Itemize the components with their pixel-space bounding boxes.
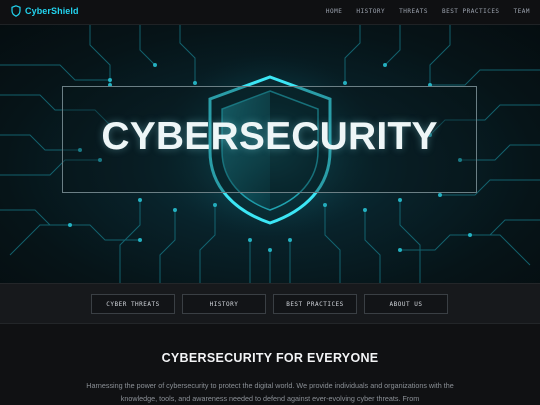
hero-banner: CYBERSECURITY [0, 25, 540, 283]
shield-icon [11, 5, 21, 17]
nav-link-best-practices[interactable]: BEST PRACTICES [442, 8, 500, 15]
nav-link-history[interactable]: HISTORY [356, 8, 385, 15]
cyber-threats-button[interactable]: CYBER THREATS [91, 294, 175, 314]
best-practices-button[interactable]: BEST PRACTICES [273, 294, 357, 314]
about-us-button[interactable]: ABOUT US [364, 294, 448, 314]
top-navbar: CyberShield HOME HISTORY THREATS BEST PR… [0, 0, 540, 25]
section-description: Harnessing the power of cybersecurity to… [86, 381, 454, 403]
section-button-bar: CYBER THREATS HISTORY BEST PRACTICES ABO… [0, 283, 540, 324]
section-title: CYBERSECURITY FOR EVERYONE [161, 351, 379, 365]
nav-link-threats[interactable]: THREATS [399, 8, 428, 15]
nav-link-home[interactable]: HOME [326, 8, 342, 15]
brand-logo[interactable]: CyberShield [11, 5, 79, 17]
nav-link-team[interactable]: TEAM [514, 8, 530, 15]
hero-title: CYBERSECURITY [101, 115, 438, 158]
history-button[interactable]: HISTORY [182, 294, 266, 314]
intro-section: CYBERSECURITY FOR EVERYONE Harnessing th… [0, 324, 540, 405]
brand-name: CyberShield [25, 6, 79, 16]
nav-links: HOME HISTORY THREATS BEST PRACTICES TEAM [326, 8, 530, 15]
